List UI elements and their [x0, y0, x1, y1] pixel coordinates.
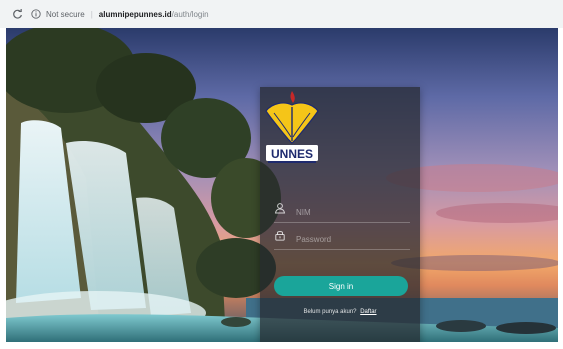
sign-in-button[interactable]: Sign in	[274, 276, 408, 296]
password-field[interactable]	[274, 229, 410, 250]
unnes-logo: UNNES	[265, 91, 319, 163]
url-separator: |	[90, 9, 93, 19]
url-path: /auth/login	[171, 9, 209, 19]
lock-icon	[274, 230, 288, 246]
background-scene: UNNES Sign in Be	[6, 28, 558, 342]
register-link[interactable]: Daftar	[360, 309, 376, 315]
url-host: alumnipepunnes.id	[98, 9, 172, 19]
username-field[interactable]	[274, 202, 410, 223]
register-prompt-text: Belum punya akun?	[303, 309, 357, 315]
login-panel: UNNES Sign in Be	[260, 87, 420, 342]
security-status[interactable]: Not secure	[46, 10, 85, 19]
reload-icon[interactable]	[10, 7, 24, 21]
info-icon[interactable]	[30, 8, 42, 20]
url-field[interactable]: alumnipepunnes.id/auth/login	[99, 10, 209, 19]
logo-text: UNNES	[271, 147, 313, 161]
register-prompt: Belum punya akun? Daftar	[260, 309, 420, 315]
nim-input[interactable]	[296, 207, 406, 217]
password-input[interactable]	[296, 234, 406, 244]
user-icon	[274, 203, 288, 219]
browser-address-bar: Not secure | alumnipepunnes.id/auth/logi…	[0, 0, 563, 28]
